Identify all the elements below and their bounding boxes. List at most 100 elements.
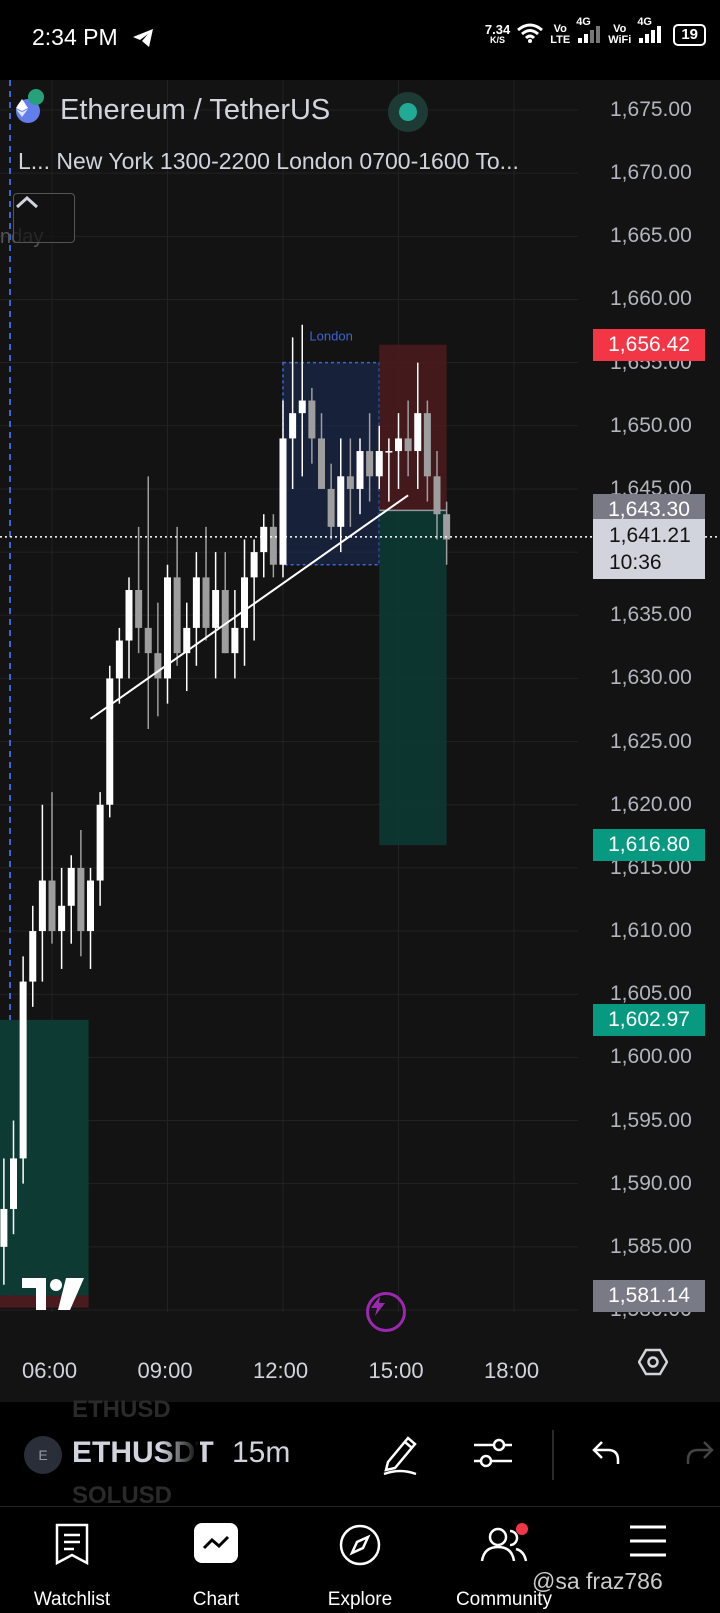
nav-watchlist[interactable]: Watchlist: [0, 1507, 144, 1613]
candle-body: [443, 514, 451, 540]
telegram-icon: [132, 28, 154, 53]
candle-body: [241, 577, 248, 628]
compass-icon: [338, 1523, 382, 1572]
bar-countdown: 10:36: [609, 550, 662, 574]
net-speed-value: 7.34: [484, 21, 511, 37]
market-status-icon[interactable]: [388, 92, 428, 132]
collapse-legend-button[interactable]: [13, 193, 75, 243]
sim2-label: Vo WiFi: [608, 22, 632, 46]
chart-toolbar: ETHUSD SOLUSD E ETHUSDT 15m: [0, 1396, 720, 1509]
candle-body: [289, 413, 297, 439]
status-bar: 2:34 PM 7.34 K/S Vo LTE 4G Vo WiFi 4G 19: [0, 0, 720, 80]
y-tick-label: 1,670.00: [610, 161, 692, 185]
x-tick-label: 06:00: [22, 1358, 78, 1383]
candle-body: [308, 400, 316, 439]
candle-body: [154, 653, 162, 679]
candle-body: [106, 678, 114, 805]
status-time: 2:34 PM: [32, 24, 118, 50]
interval-selector[interactable]: 15m: [232, 1436, 290, 1470]
current-price-value: 1,641.21: [609, 523, 691, 547]
candle-body: [38, 880, 46, 932]
candle-body: [77, 867, 85, 932]
nav-community[interactable]: Community: [432, 1507, 576, 1613]
chevron-up-icon: [15, 195, 39, 209]
sliders-icon[interactable]: [472, 1432, 514, 1479]
candle-body: [279, 438, 287, 565]
nav-menu[interactable]: [576, 1507, 720, 1613]
candle-body: [260, 526, 268, 553]
target-price-label: 1,616.80: [593, 829, 705, 862]
nav-explore[interactable]: Explore: [288, 1507, 432, 1613]
sim2-type: 4G: [637, 16, 652, 28]
candle-body: [375, 451, 383, 477]
candle-body: [385, 451, 393, 453]
symbol-title[interactable]: Ethereum / TetherUS: [60, 94, 330, 127]
ethereum-logo-icon: [16, 88, 44, 123]
watchlist-icon: [54, 1523, 90, 1570]
candle-body: [269, 526, 277, 565]
tether-logo-icon: [28, 88, 44, 105]
x-tick-label: 09:00: [137, 1358, 193, 1383]
candle-body: [87, 880, 94, 932]
y-tick-label: 1,585.00: [610, 1234, 692, 1258]
sim2-bottom: WiFi: [608, 33, 632, 46]
candle-body: [115, 640, 123, 679]
x-tick-label: 18:00: [484, 1358, 540, 1383]
candle-body: [173, 577, 181, 654]
candle-body: [366, 451, 374, 477]
y-tick-label: 1,605.00: [610, 982, 692, 1006]
sim1-label: Vo LTE: [550, 22, 571, 46]
candle-body: [29, 931, 37, 982]
undo-icon[interactable]: [590, 1432, 622, 1477]
candle-body: [395, 438, 402, 452]
y-tick-label: 1,660.00: [610, 287, 692, 311]
sim1-top: Vo: [553, 22, 567, 35]
indicator-legend[interactable]: L... New York 1300-2200 London 0700-1600…: [18, 148, 519, 175]
chart-title-row[interactable]: Ethereum / TetherUS: [16, 88, 330, 127]
signal2-icon: 4G: [637, 16, 663, 47]
nav-watchlist-label: Watchlist: [33, 1589, 111, 1610]
candle-body: [0, 1208, 8, 1247]
sim1-bottom: LTE: [550, 33, 571, 46]
other-target-price-label: 1,602.97: [593, 1003, 705, 1036]
y-tick-label: 1,665.00: [610, 224, 692, 248]
lightning-icon[interactable]: [366, 1292, 406, 1332]
candle-body: [192, 577, 200, 628]
candle-body: [48, 880, 56, 932]
bottom-nav: Watchlist Chart Explore Community: [0, 1506, 720, 1613]
y-tick-label: 1,675.00: [610, 98, 692, 121]
y-tick-label: 1,635.00: [610, 603, 692, 627]
y-tick-label: 1,625.00: [610, 729, 692, 753]
candle-body: [135, 590, 143, 628]
battery-icon: 19: [673, 23, 706, 46]
y-tick-label: 1,650.00: [610, 413, 692, 437]
redo-icon[interactable]: [684, 1432, 716, 1477]
y-tick-label: 1,595.00: [610, 1108, 692, 1132]
pencil-icon[interactable]: [380, 1432, 420, 1481]
candle-body: [144, 627, 152, 654]
candle-body: [337, 476, 345, 527]
candle-body: [96, 804, 104, 881]
current-price-label: 1,641.21 10:36: [593, 518, 705, 579]
y-tick-label: 1,610.00: [610, 919, 692, 943]
session-label: London: [309, 329, 352, 344]
candle-body: [10, 1158, 17, 1209]
symbol-fade: [160, 1432, 200, 1478]
nav-chart[interactable]: Chart: [144, 1507, 288, 1613]
signal-icon: 4G: [576, 16, 602, 47]
community-icon: [480, 1523, 528, 1570]
candle-body: [414, 413, 422, 452]
candle-body: [298, 400, 306, 414]
candle-body: [67, 867, 75, 906]
sim2-top: Vo: [613, 22, 627, 35]
candle-body: [346, 476, 354, 489]
take-profit-zone: [379, 510, 447, 846]
status-icons: 7.34 K/S Vo LTE 4G Vo WiFi 4G 19: [484, 16, 706, 47]
wifi-icon: [516, 22, 544, 47]
candle-body: [202, 577, 210, 628]
menu-icon: [628, 1523, 668, 1564]
x-tick-label: 15:00: [368, 1358, 424, 1383]
chart-area[interactable]: London Ethereum / TetherUS L... New York…: [0, 80, 720, 1402]
candle-body: [318, 438, 325, 489]
candle-body: [250, 552, 258, 578]
